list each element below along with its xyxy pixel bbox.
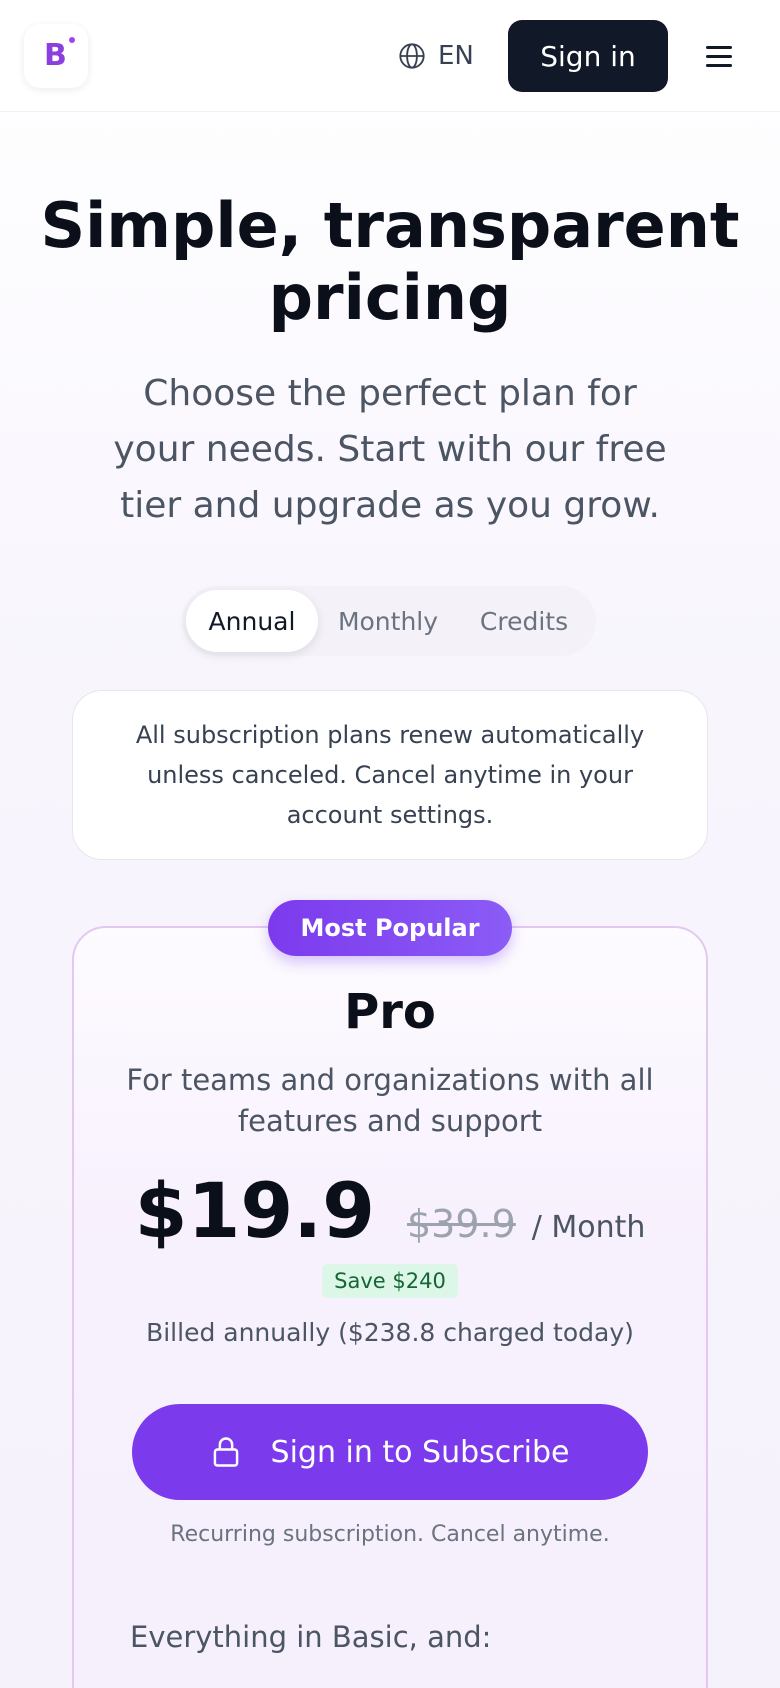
page-title: Simple, transparent pricing bbox=[40, 189, 740, 334]
language-selector[interactable]: EN bbox=[398, 36, 474, 76]
recurring-note: Recurring subscription. Cancel anytime. bbox=[170, 1522, 610, 1547]
original-price: $39.9 bbox=[406, 1202, 516, 1246]
tab-credits[interactable]: Credits bbox=[458, 590, 590, 652]
brand-logo[interactable]: B bbox=[24, 24, 88, 88]
logo-dot bbox=[69, 37, 75, 43]
logo-letter: B bbox=[44, 38, 67, 73]
sign-in-to-subscribe-button[interactable]: Sign in to Subscribe bbox=[132, 1404, 648, 1500]
features-heading: Everything in Basic, and: bbox=[130, 1620, 492, 1654]
pro-plan-card bbox=[72, 926, 708, 1688]
language-label: EN bbox=[438, 41, 474, 71]
plan-description: For teams and organizations with all fea… bbox=[126, 1063, 654, 1138]
price-unit: / Month bbox=[531, 1210, 646, 1245]
plan-price: $19.9 bbox=[134, 1166, 375, 1255]
billing-period-tabs: Annual Monthly Credits bbox=[182, 586, 596, 656]
top-navigation-bar: B EN Sign in bbox=[0, 0, 780, 112]
hamburger-menu-icon[interactable] bbox=[700, 38, 740, 74]
plan-name: Pro bbox=[344, 984, 436, 1040]
cta-label: Sign in to Subscribe bbox=[270, 1434, 570, 1470]
sign-in-button[interactable]: Sign in bbox=[508, 20, 668, 92]
auto-renew-notice-text: All subscription plans renew automatical… bbox=[135, 721, 645, 829]
lock-icon bbox=[213, 1437, 238, 1467]
savings-badge: Save $240 bbox=[322, 1264, 458, 1298]
tab-monthly[interactable]: Monthly bbox=[322, 590, 454, 652]
tab-annual[interactable]: Annual bbox=[186, 590, 318, 652]
page-subtitle: Choose the perfect plan for your needs. … bbox=[113, 373, 667, 526]
most-popular-badge: Most Popular bbox=[268, 900, 512, 956]
price-row: $19.9 $39.9 / Month bbox=[72, 1166, 708, 1262]
globe-icon bbox=[399, 43, 425, 69]
auto-renew-notice: All subscription plans renew automatical… bbox=[72, 690, 708, 860]
billing-note: Billed annually ($238.8 charged today) bbox=[146, 1318, 634, 1347]
